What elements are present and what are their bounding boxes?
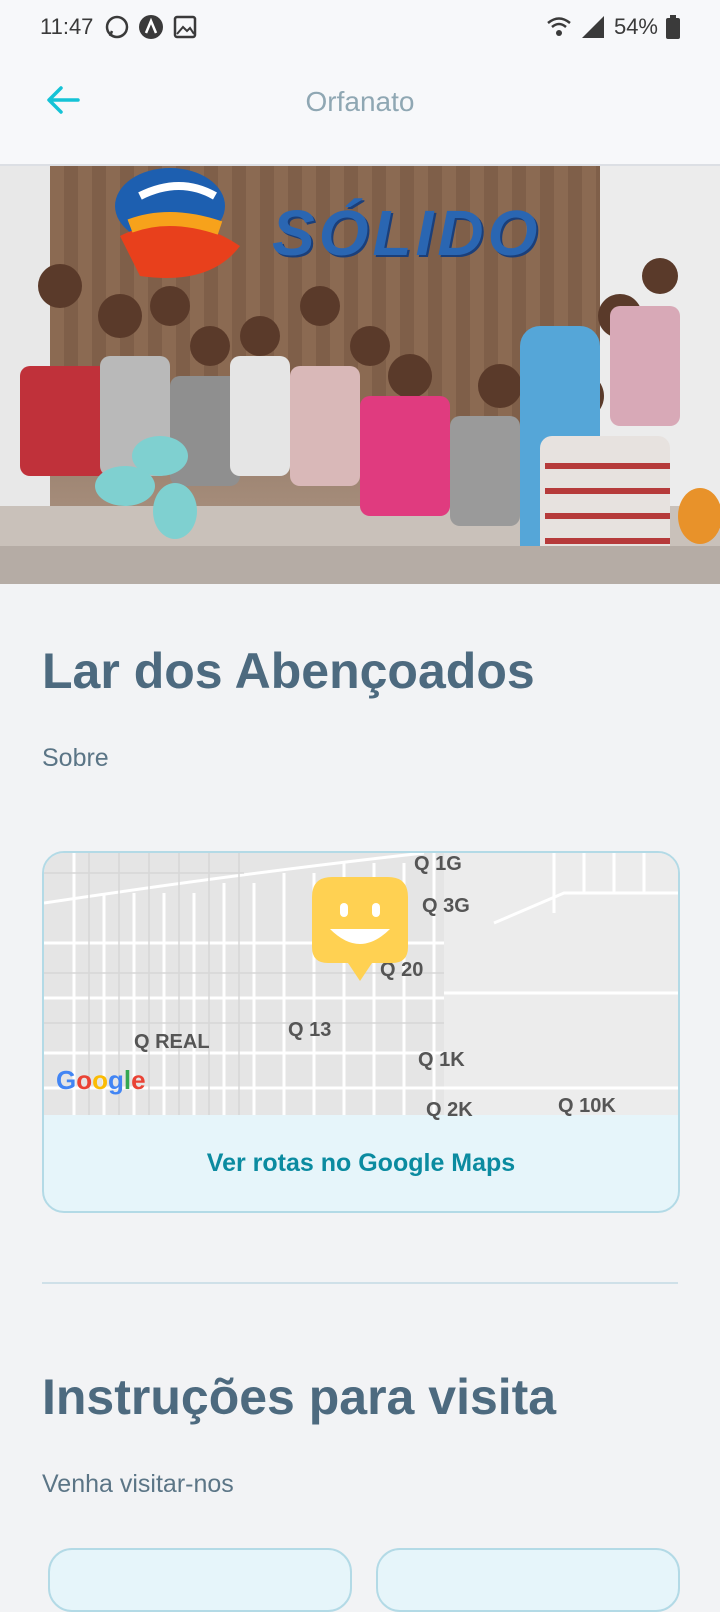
whatsapp-icon [105, 15, 129, 39]
app-bar: Orfanato [0, 56, 720, 166]
info-card-right [376, 1548, 680, 1612]
signal-icon [581, 16, 604, 38]
image-icon [173, 15, 197, 39]
map-card: Q 1G Q 3G Q 20 Q REAL Q 13 Q 1K Q 2K Q 1… [42, 851, 680, 1213]
map-label-q1k: Q 1K [418, 1049, 465, 1071]
system-indicators: 54% [546, 14, 680, 40]
a-notification-icon [139, 15, 163, 39]
map-label-q13: Q 13 [288, 1019, 332, 1041]
wifi-icon [547, 17, 571, 36]
notification-icons [104, 14, 198, 40]
orphanage-name: Lar dos Abençoados [42, 643, 535, 699]
map-label-q1g: Q 1G [414, 853, 462, 875]
battery-icon [666, 15, 680, 39]
orphanage-photo: SÓLIDO [0, 166, 720, 584]
map-preview[interactable]: Q 1G Q 3G Q 20 Q REAL Q 13 Q 1K Q 2K Q 1… [44, 853, 678, 1121]
info-card-left [48, 1548, 352, 1612]
status-bar: 11:47 54% [0, 0, 720, 56]
children-group [0, 258, 720, 584]
visit-instructions-text: Venha visitar-nos [42, 1470, 234, 1498]
section-divider [42, 1282, 678, 1284]
google-maps-routes-link[interactable]: Ver rotas no Google Maps [44, 1115, 678, 1211]
smile-marker-icon [312, 877, 408, 981]
visit-instructions-title: Instruções para visita [42, 1369, 557, 1425]
status-time: 11:47 [40, 14, 94, 39]
map-label-qreal: Q REAL [134, 1031, 210, 1053]
google-logo: Google [56, 1065, 146, 1095]
page-title: Orfanato [305, 86, 415, 117]
battery-percent: 54% [613, 14, 658, 39]
map-label-q3g: Q 3G [422, 895, 470, 917]
about-text: Sobre [42, 744, 109, 772]
